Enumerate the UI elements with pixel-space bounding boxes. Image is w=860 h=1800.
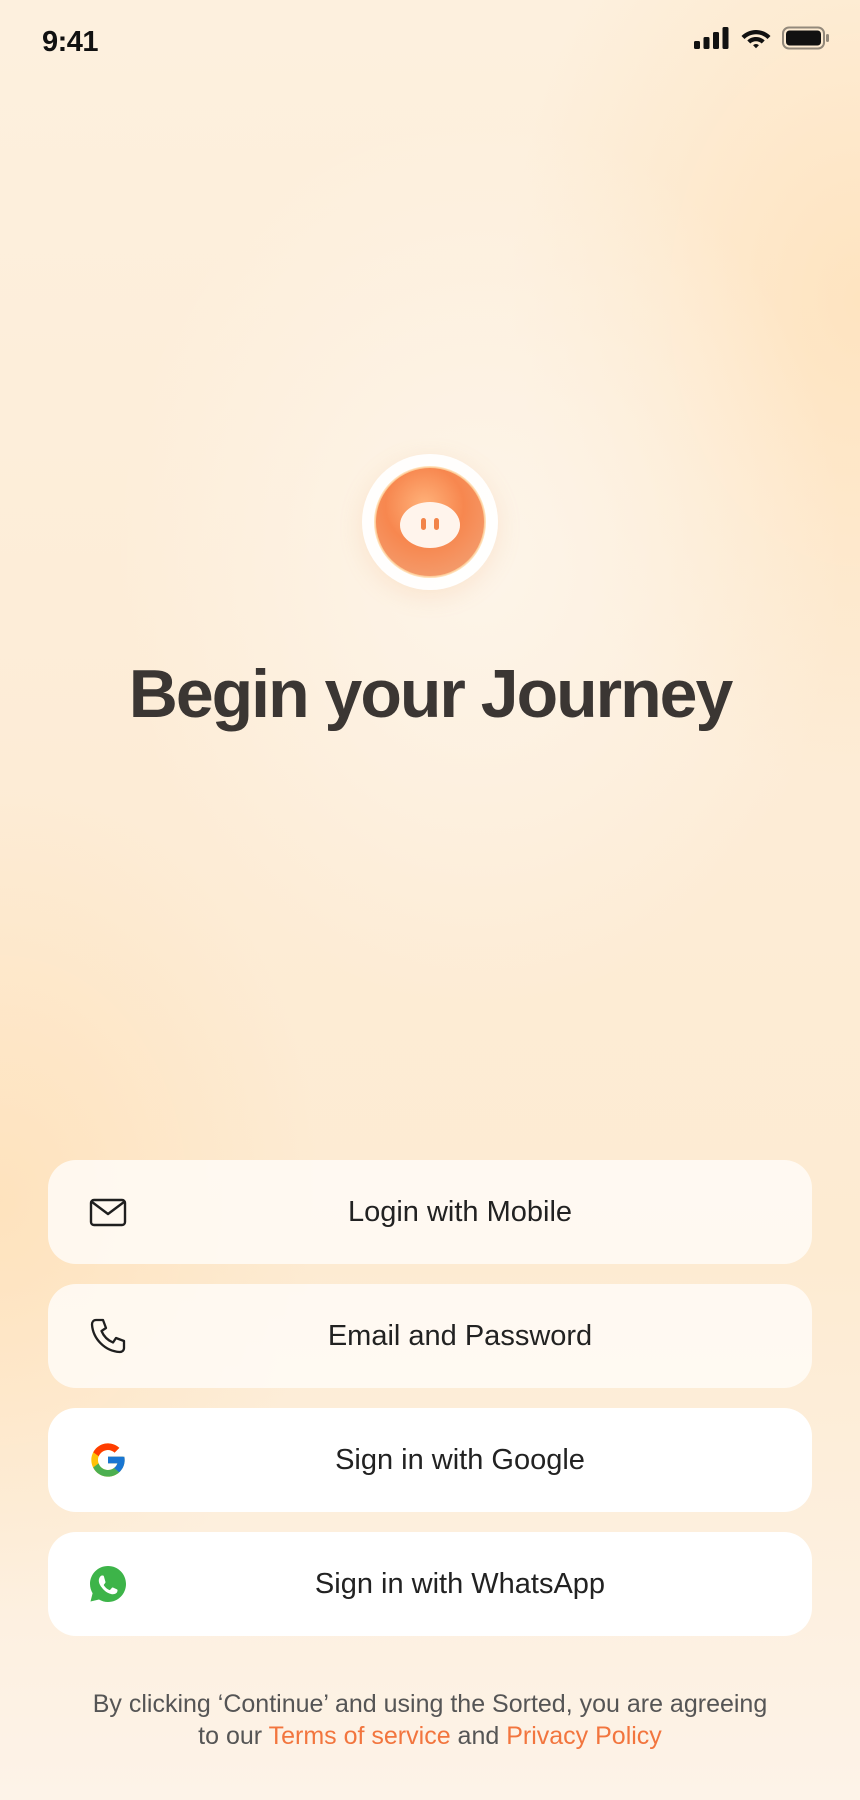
phone-icon [90, 1318, 126, 1354]
terms-notice-line2: to our Terms of service and Privacy Poli… [0, 1720, 860, 1752]
sign-in-with-whatsapp-label: Sign in with WhatsApp [314, 1567, 606, 1600]
terms-notice-line1: By clicking ‘Continue’ and using the Sor… [92, 1690, 768, 1718]
app-logo [362, 454, 498, 590]
sign-in-with-google-label: Sign in with Google [335, 1443, 585, 1476]
login-with-mobile-button[interactable]: Login with Mobile [48, 1160, 812, 1264]
terms-conjunction: and [457, 1722, 500, 1750]
piggy-logo-icon [374, 466, 486, 578]
sign-in-with-google-button[interactable]: Sign in with Google [48, 1408, 812, 1512]
cellular-signal-icon [694, 27, 729, 49]
terms-notice: By clicking ‘Continue’ and using the Sor… [0, 1688, 860, 1752]
privacy-policy-link[interactable]: Privacy Policy [506, 1722, 662, 1750]
status-icons [694, 26, 830, 50]
email-and-password-button[interactable]: Email and Password [48, 1284, 812, 1388]
battery-icon [782, 26, 829, 50]
email-and-password-label: Email and Password [327, 1319, 593, 1352]
whatsapp-icon [90, 1566, 126, 1602]
status-bar: 9:41 [0, 0, 860, 90]
wifi-icon [741, 30, 771, 49]
login-with-mobile-label: Login with Mobile [347, 1195, 573, 1228]
sign-in-with-whatsapp-button[interactable]: Sign in with WhatsApp [48, 1532, 812, 1636]
terms-prefix: to our [198, 1722, 263, 1750]
terms-of-service-link[interactable]: Terms of service [269, 1722, 451, 1750]
google-icon [91, 1443, 125, 1477]
mail-icon [89, 1198, 127, 1227]
page-title: Begin your Journey [128, 656, 734, 732]
status-time: 9:41 [42, 26, 99, 58]
